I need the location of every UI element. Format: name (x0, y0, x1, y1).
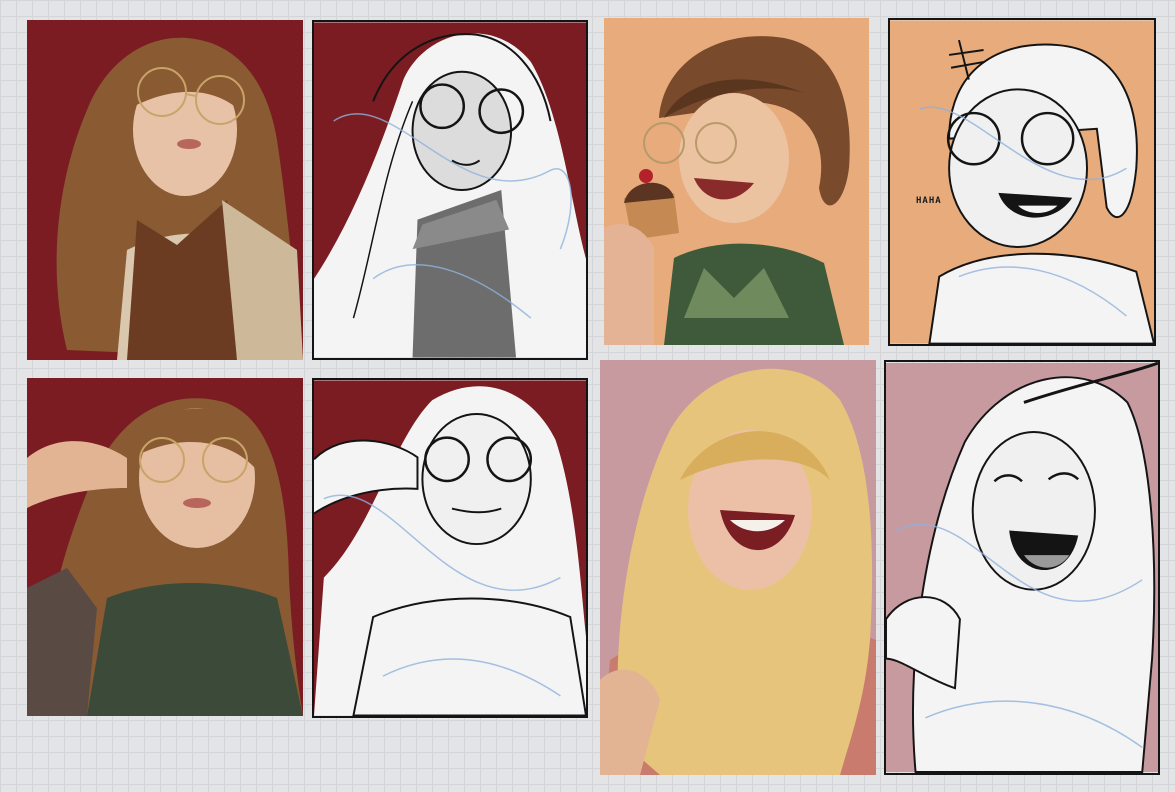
reference-photo-blonde-laughing (600, 360, 876, 775)
sketch-blonde-laughing (884, 360, 1160, 775)
sketch-blonde-laughing-art (886, 362, 1158, 773)
photo-adjusting-glasses-art (27, 378, 303, 716)
sketch-adjusting-glasses (312, 378, 588, 718)
sketch-laughing-cupcake: HAHA (888, 18, 1156, 346)
sketch-glasses-turtleneck (312, 20, 588, 360)
sketch-adjusting-glasses-art (314, 380, 586, 716)
photo-blonde-laughing-art (600, 360, 876, 775)
haha-annotation: HAHA (916, 196, 942, 206)
reference-photo-glasses-scarf (27, 20, 303, 360)
reference-photo-adjusting-glasses (27, 378, 303, 716)
reference-photo-cupcake (604, 18, 869, 345)
photo-glasses-scarf-art (27, 20, 303, 360)
sketch-laughing-cupcake-art (890, 20, 1154, 344)
photo-cupcake-art (604, 18, 869, 345)
sketch-glasses-turtleneck-art (314, 22, 586, 358)
